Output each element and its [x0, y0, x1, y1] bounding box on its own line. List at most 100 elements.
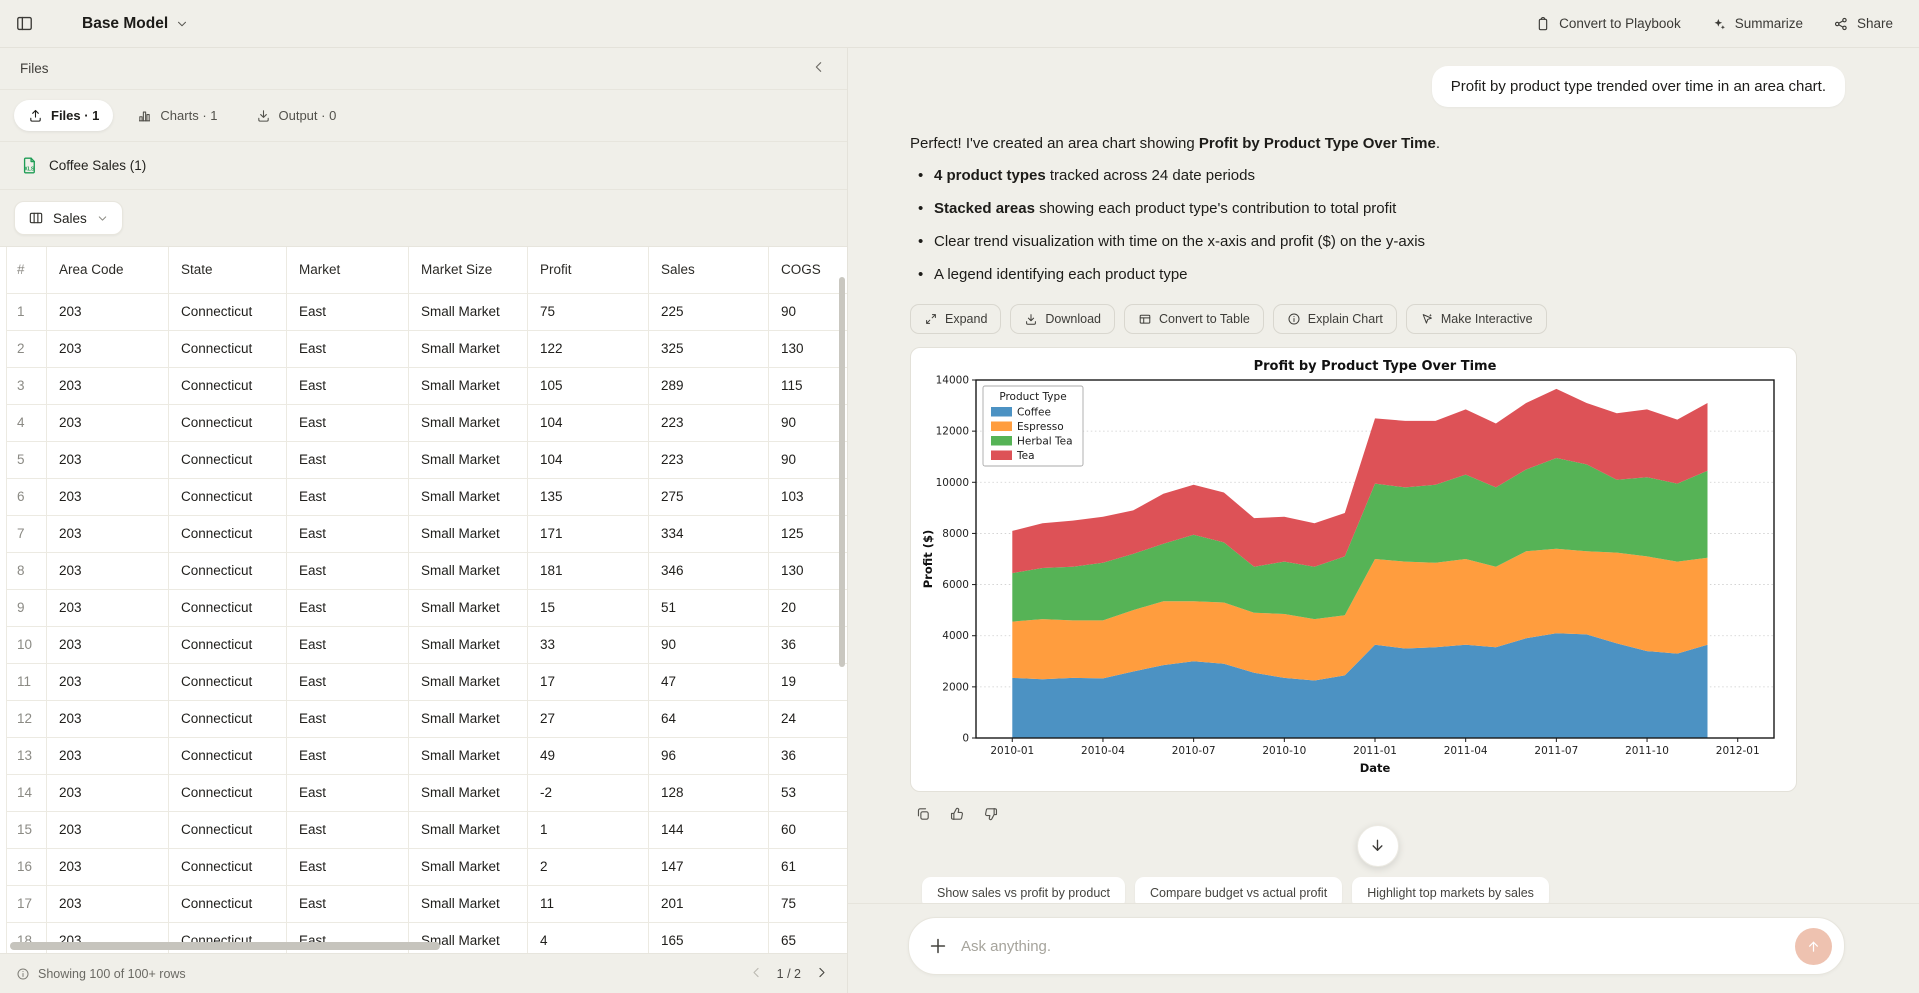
- tab-charts[interactable]: Charts · 1: [123, 100, 231, 131]
- table-row: 1203ConnecticutEastSmall Market7522590: [7, 293, 848, 330]
- files-tabs: Files · 1 Charts · 1 Output · 0: [0, 90, 847, 142]
- table-cell: 61: [769, 848, 848, 885]
- table-cell: 223: [649, 441, 769, 478]
- table-icon: [1138, 312, 1152, 326]
- table-cell: Small Market: [409, 293, 528, 330]
- send-button[interactable]: [1795, 928, 1832, 965]
- table-cell: 4: [7, 404, 47, 441]
- table-cell: 203: [47, 737, 169, 774]
- suggestion-chip-highlight-top-markets-by-sales[interactable]: Highlight top markets by sales: [1352, 877, 1549, 904]
- table-cell: Connecticut: [169, 367, 287, 404]
- next-page-button[interactable]: [811, 964, 831, 984]
- file-item-coffee-sales[interactable]: XLS Coffee Sales (1): [0, 142, 847, 190]
- file-name: Coffee Sales (1): [49, 158, 146, 173]
- assistant-bullet-list: 4 product types tracked across 24 date p…: [916, 166, 1845, 286]
- table-cell: 4: [528, 922, 649, 953]
- table-cell: 15: [528, 589, 649, 626]
- convert-to-table-button[interactable]: Convert to Table: [1124, 304, 1264, 334]
- table-cell: Connecticut: [169, 478, 287, 515]
- table-cell: East: [287, 589, 409, 626]
- table-cell: 3: [7, 367, 47, 404]
- chat-input[interactable]: [961, 938, 1795, 955]
- table-cell: 17: [7, 885, 47, 922]
- table-cell: 203: [47, 367, 169, 404]
- table-cell: 203: [47, 293, 169, 330]
- table-row: 4203ConnecticutEastSmall Market10422390: [7, 404, 848, 441]
- table-cell: Small Market: [409, 737, 528, 774]
- svg-text:Herbal Tea: Herbal Tea: [1017, 435, 1073, 447]
- svg-text:6000: 6000: [942, 579, 969, 591]
- summarize-button[interactable]: Summarize: [1711, 16, 1803, 32]
- columns-icon: [28, 210, 44, 226]
- table-cell: 203: [47, 441, 169, 478]
- table-cell: 64: [649, 700, 769, 737]
- table-cell: 275: [649, 478, 769, 515]
- table-cell: Small Market: [409, 848, 528, 885]
- suggestion-chip-compare-budget-vs-actual-profit[interactable]: Compare budget vs actual profit: [1135, 877, 1342, 904]
- convert-to-table-label: Convert to Table: [1159, 312, 1250, 326]
- scroll-button-row: [910, 825, 1845, 867]
- column-header-market: Market: [287, 247, 409, 293]
- sheet-selector-row: Sales: [0, 190, 847, 246]
- make-interactive-button[interactable]: Make Interactive: [1406, 304, 1547, 334]
- scroll-to-bottom-button[interactable]: [1357, 825, 1399, 867]
- sidebar-toggle-button[interactable]: [9, 9, 39, 39]
- table-cell: 203: [47, 811, 169, 848]
- previous-page-button[interactable]: [747, 964, 767, 984]
- table-cell: 225: [649, 293, 769, 330]
- svg-text:Date: Date: [1360, 761, 1391, 775]
- table-cell: 203: [47, 330, 169, 367]
- table-cell: 36: [769, 737, 848, 774]
- collapse-panel-button[interactable]: [807, 57, 831, 81]
- table-footer: Showing 100 of 100+ rows 1 / 2: [0, 953, 847, 993]
- message-tools: [914, 806, 1845, 823]
- table-row: 10203ConnecticutEastSmall Market339036: [7, 626, 848, 663]
- thumbs-up-button[interactable]: [948, 806, 965, 823]
- table-cell: 75: [769, 885, 848, 922]
- tab-output[interactable]: Output · 0: [242, 100, 351, 131]
- chevron-down-icon: [175, 17, 189, 31]
- table-cell: Small Market: [409, 885, 528, 922]
- info-icon: [16, 967, 30, 981]
- tab-files[interactable]: Files · 1: [14, 100, 113, 131]
- table-cell: 203: [47, 774, 169, 811]
- table-cell: East: [287, 478, 409, 515]
- chat-panel: Profit by product type trended over time…: [848, 48, 1919, 993]
- download-button[interactable]: Download: [1010, 304, 1115, 334]
- thumbs-up-icon: [949, 806, 965, 822]
- pagination: 1 / 2: [747, 964, 831, 984]
- vertical-scrollbar[interactable]: [839, 277, 845, 667]
- horizontal-scrollbar[interactable]: [10, 942, 440, 950]
- assistant-bullet: Clear trend visualization with time on t…: [916, 232, 1845, 252]
- table-cell: 130: [769, 552, 848, 589]
- table-cell: Connecticut: [169, 589, 287, 626]
- expand-button[interactable]: Expand: [910, 304, 1001, 334]
- table-row: 2203ConnecticutEastSmall Market122325130: [7, 330, 848, 367]
- table-cell: 203: [47, 700, 169, 737]
- share-button[interactable]: Share: [1833, 16, 1893, 32]
- table-cell: 20: [769, 589, 848, 626]
- svg-text:Espresso: Espresso: [1017, 421, 1064, 433]
- explain-chart-button[interactable]: Explain Chart: [1273, 304, 1397, 334]
- table-row: 11203ConnecticutEastSmall Market174719: [7, 663, 848, 700]
- copy-button[interactable]: [914, 806, 931, 823]
- column-header-area-code: Area Code: [47, 247, 169, 293]
- table-cell: 9: [7, 589, 47, 626]
- table-row: 13203ConnecticutEastSmall Market499636: [7, 737, 848, 774]
- convert-to-playbook-button[interactable]: Convert to Playbook: [1535, 16, 1681, 32]
- sheet-selector[interactable]: Sales: [14, 201, 123, 235]
- thumbs-down-button[interactable]: [982, 806, 999, 823]
- area-chart: Profit by Product Type Over Time02000400…: [919, 356, 1788, 783]
- workspace-selector[interactable]: Base Model: [82, 15, 189, 33]
- table-cell: 105: [528, 367, 649, 404]
- table-header-row: #Area CodeStateMarketMarket SizeProfitSa…: [7, 247, 848, 293]
- table-row: 16203ConnecticutEastSmall Market214761: [7, 848, 848, 885]
- svg-text:Product Type: Product Type: [999, 391, 1066, 403]
- table-cell: Small Market: [409, 626, 528, 663]
- attach-button[interactable]: [927, 935, 949, 957]
- wand-icon: [1420, 312, 1434, 326]
- table-cell: Connecticut: [169, 626, 287, 663]
- suggestion-chip-show-sales-vs-profit-by-product[interactable]: Show sales vs profit by product: [922, 877, 1125, 904]
- table-cell: 147: [649, 848, 769, 885]
- svg-text:12000: 12000: [936, 425, 969, 437]
